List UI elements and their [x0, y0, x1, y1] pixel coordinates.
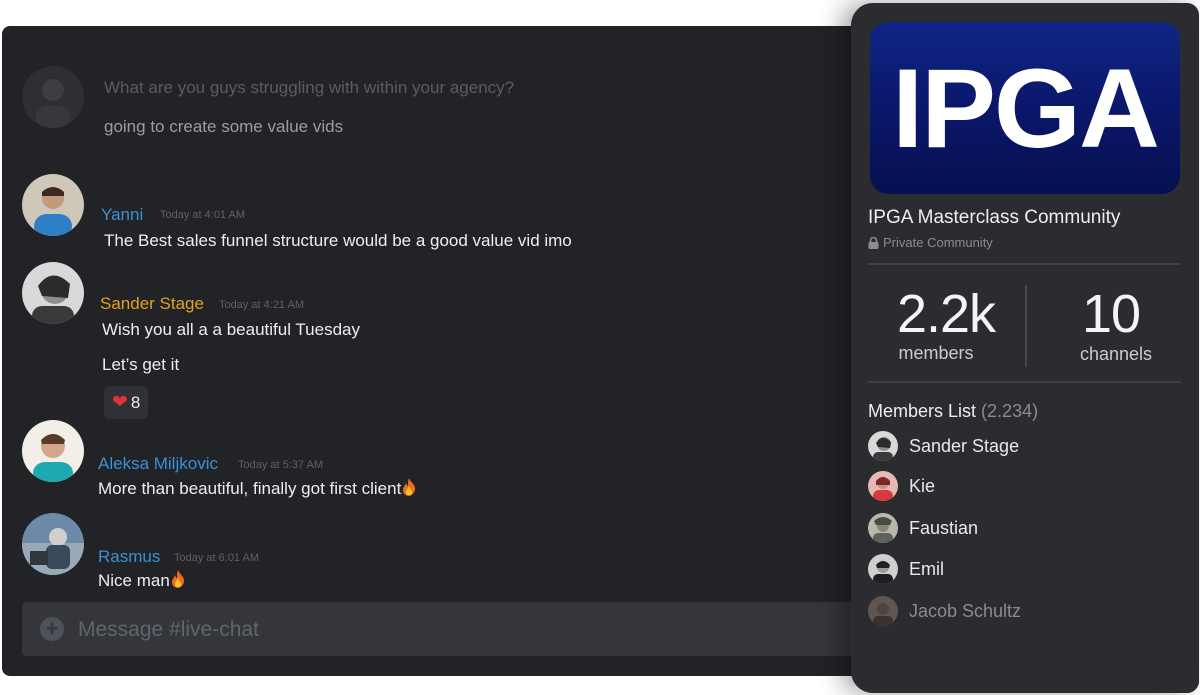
avatar[interactable] — [22, 262, 84, 324]
member-item[interactable]: Jacob Schultz — [868, 596, 1168, 628]
message-text: Let’s get it — [102, 355, 180, 374]
channels-stat-label: channels — [1079, 344, 1153, 364]
message-text: The Best sales funnel structure would be… — [104, 231, 572, 250]
message-text-row: Nice man — [98, 570, 186, 591]
chat-window: What are you guys struggling with within… — [2, 26, 902, 676]
add-attachment-icon[interactable]: + — [40, 617, 64, 641]
member-item[interactable]: Faustian — [868, 513, 1168, 545]
message-timestamp: Today at 4:21 AM — [219, 299, 304, 311]
message-timestamp: Today at 6:01 AM — [174, 552, 259, 564]
member-name: Faustian — [909, 518, 979, 538]
message-text: What are you guys struggling with within… — [104, 78, 515, 97]
list-fade-overlay — [851, 633, 1199, 693]
members-list-heading: Members List (2.234) — [868, 401, 1038, 422]
channels-stat-value: 10 — [1081, 284, 1141, 344]
divider — [868, 263, 1181, 265]
avatar[interactable] — [22, 420, 84, 482]
divider — [868, 381, 1181, 383]
members-stat-value: 2.2k — [896, 284, 996, 344]
heart-icon: ❤ — [112, 392, 128, 413]
member-item[interactable]: Kie — [868, 471, 1168, 503]
lock-icon — [868, 236, 879, 249]
privacy-text: Private Community — [883, 235, 993, 250]
avatar[interactable] — [22, 513, 84, 575]
privacy-label: Private Community — [868, 235, 993, 250]
member-name: Emil — [909, 559, 944, 579]
stat-separator — [1025, 285, 1027, 367]
member-item[interactable]: Sander Stage — [868, 431, 1168, 463]
message-composer: + — [22, 602, 882, 656]
message-text: More than beautiful, finally got first c… — [98, 479, 402, 498]
avatar — [868, 471, 898, 501]
avatar — [868, 596, 898, 626]
member-name: Jacob Schultz — [909, 601, 1022, 621]
reaction-count: 8 — [130, 392, 141, 412]
avatar — [868, 554, 898, 584]
message-text: Wish you all a a beautiful Tuesday — [102, 320, 360, 339]
member-name: Kie — [909, 476, 936, 496]
reaction-badge[interactable]: ❤ 8 — [104, 386, 149, 419]
message-text-row: More than beautiful, finally got first c… — [98, 478, 417, 499]
avatar — [868, 431, 898, 461]
avatar[interactable] — [22, 174, 84, 236]
message-timestamp: Today at 5:37 AM — [238, 459, 323, 471]
message-timestamp: Today at 4:01 AM — [160, 209, 245, 221]
fire-icon — [403, 478, 416, 496]
message-author[interactable]: Sander Stage — [100, 294, 204, 314]
avatar[interactable] — [22, 66, 84, 128]
community-panel: IPGA IPGA Masterclass Community Private … — [851, 3, 1199, 693]
message-text: Nice man — [98, 571, 170, 590]
community-banner: IPGA — [870, 22, 1180, 194]
members-list-count: (2.234) — [981, 401, 1039, 421]
fire-icon — [171, 570, 184, 588]
community-title: IPGA Masterclass Community — [868, 207, 1121, 228]
message-author[interactable]: Rasmus — [98, 547, 160, 567]
member-name: Sander Stage — [909, 436, 1020, 456]
member-item[interactable]: Emil — [868, 554, 1168, 586]
message-author[interactable]: Yanni — [101, 205, 143, 225]
message-author[interactable]: Aleksa Miljkovic — [98, 454, 218, 474]
message-input[interactable] — [76, 612, 860, 648]
members-list-title: Members List — [868, 401, 977, 421]
message-text: going to create some value vids — [104, 117, 344, 136]
members-stat-label: members — [898, 343, 974, 363]
banner-logo-text: IPGA — [892, 45, 1160, 171]
avatar — [868, 513, 898, 543]
